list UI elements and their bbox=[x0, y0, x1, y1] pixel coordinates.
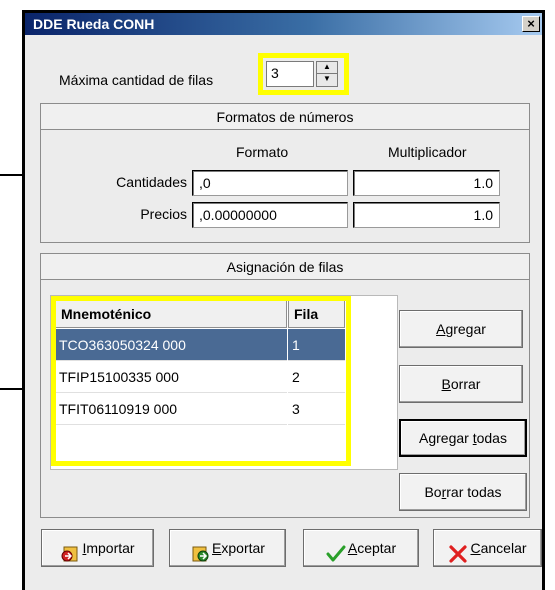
delete-button[interactable]: Borrar bbox=[399, 365, 523, 403]
window-title: DDE Rueda CONH bbox=[33, 16, 155, 32]
export-icon bbox=[190, 540, 210, 562]
import-button-label-post: mportar bbox=[86, 540, 135, 556]
cancel-button-label-post: ancelar bbox=[480, 540, 527, 556]
spin-down-icon[interactable]: ▼ bbox=[317, 74, 337, 86]
delete-all-button-label-pre: Bo bbox=[424, 484, 442, 500]
checkmark-icon bbox=[326, 540, 346, 562]
multiplier-column-label: Multiplicador bbox=[388, 144, 467, 160]
accept-button-label-post: ceptar bbox=[357, 540, 397, 556]
max-rows-spinner[interactable]: ▲ ▼ bbox=[316, 61, 338, 87]
accept-button[interactable]: Aceptar bbox=[303, 529, 419, 567]
close-icon: × bbox=[527, 16, 535, 31]
title-bar: DDE Rueda CONH bbox=[25, 13, 542, 35]
add-all-button-label-pre: Agregar bbox=[419, 430, 473, 446]
quantities-label: Cantidades bbox=[116, 174, 187, 190]
row-assignment-header: Asignación de filas bbox=[41, 254, 529, 280]
number-formats-group: Formatos de números Formato Multiplicado… bbox=[40, 103, 530, 243]
cancel-button[interactable]: Cancelar bbox=[433, 529, 542, 567]
add-button[interactable]: Agregar bbox=[399, 310, 523, 348]
import-button[interactable]: Importar bbox=[41, 529, 154, 567]
background-line bbox=[0, 388, 22, 390]
prices-label: Precios bbox=[140, 206, 187, 222]
max-rows-input[interactable]: 3 bbox=[266, 61, 314, 87]
export-button[interactable]: Exportar bbox=[169, 529, 286, 567]
cancel-button-mnemonic: C bbox=[470, 540, 481, 556]
quantities-multiplier-field[interactable]: 1.0 bbox=[353, 170, 500, 196]
close-button[interactable]: × bbox=[522, 16, 540, 32]
accept-button-mnemonic: A bbox=[347, 540, 358, 556]
max-rows-label: Máxima cantidad de filas bbox=[59, 72, 214, 88]
prices-format-field[interactable]: ,0.00000000 bbox=[192, 202, 348, 228]
add-all-button[interactable]: Agregar todas bbox=[399, 419, 527, 457]
delete-button-mnemonic: B bbox=[441, 376, 451, 392]
export-button-mnemonic: E bbox=[212, 540, 222, 556]
format-column-label: Formato bbox=[236, 144, 289, 160]
background-line bbox=[0, 174, 22, 176]
table-highlight bbox=[51, 296, 351, 466]
dialog-window: DDE Rueda CONH × Máxima cantidad de fila… bbox=[22, 10, 545, 590]
delete-all-button[interactable]: Borrar todas bbox=[399, 473, 527, 511]
number-formats-header: Formatos de números bbox=[41, 104, 529, 130]
export-button-label-post: xportar bbox=[221, 540, 265, 556]
add-all-button-label-post: odas bbox=[476, 430, 507, 446]
spin-up-icon[interactable]: ▲ bbox=[317, 62, 337, 74]
delete-all-button-label-post: rar todas bbox=[446, 484, 502, 500]
quantities-format-field[interactable]: ,0 bbox=[192, 170, 348, 196]
background-area bbox=[0, 0, 20, 590]
row-assignment-group: Asignación de filas Mnemoténico Fila TCO… bbox=[40, 253, 530, 518]
x-icon bbox=[448, 540, 468, 563]
import-icon bbox=[60, 540, 80, 562]
prices-multiplier-field[interactable]: 1.0 bbox=[353, 202, 500, 228]
delete-button-label-post: orrar bbox=[450, 376, 481, 392]
add-button-label-post: gregar bbox=[445, 321, 486, 337]
